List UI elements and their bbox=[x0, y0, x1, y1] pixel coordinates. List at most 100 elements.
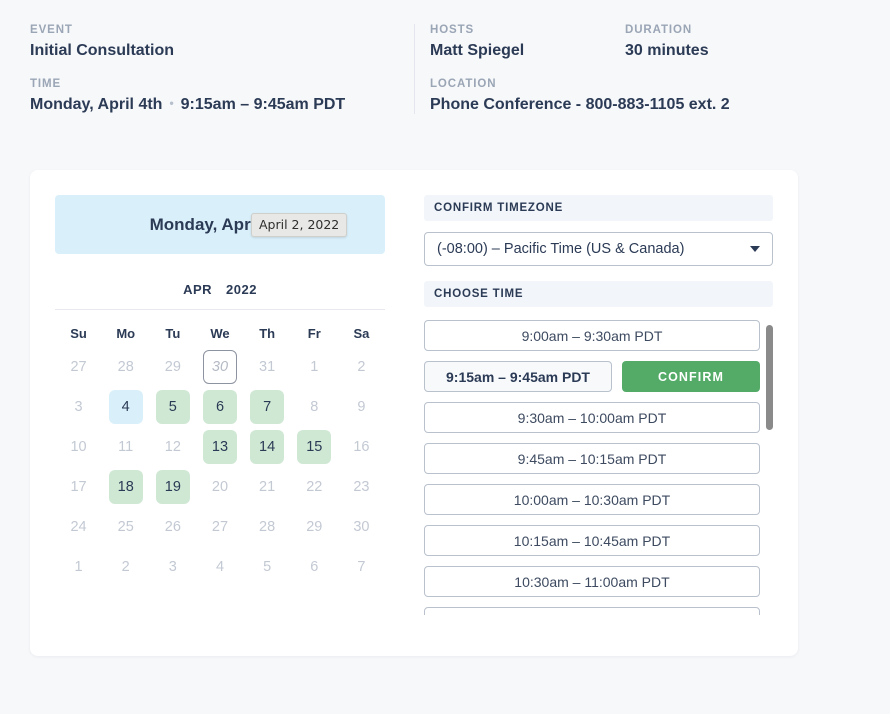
calendar-day-cell[interactable]: 19 bbox=[149, 467, 196, 507]
calendar-day-9: 9 bbox=[344, 390, 378, 424]
time-slot-button[interactable] bbox=[424, 607, 760, 615]
calendar-day-14[interactable]: 14 bbox=[250, 430, 284, 464]
calendar-day-cell[interactable]: 6 bbox=[196, 387, 243, 427]
calendar-day-cell: 8 bbox=[291, 387, 338, 427]
time-slot-button[interactable]: 9:15am – 9:45am PDT bbox=[424, 361, 612, 392]
calendar-day-31: 31 bbox=[250, 350, 284, 384]
calendar-day-cell[interactable]: 13 bbox=[196, 427, 243, 467]
time-slot-row: 9:30am – 10:00am PDT bbox=[424, 402, 760, 433]
time-slot-button[interactable]: 10:30am – 11:00am PDT bbox=[424, 566, 760, 597]
calendar-day-27: 27 bbox=[62, 350, 96, 384]
event-details-header: EVENT Initial Consultation TIME Monday, … bbox=[0, 0, 890, 114]
time-slot-row: 9:15am – 9:45am PDT CONFIRM bbox=[424, 361, 760, 392]
duration-block: DURATION 30 minutes bbox=[610, 24, 890, 114]
time-slot-row: 10:00am – 10:30am PDT bbox=[424, 484, 760, 515]
time-slot-button[interactable]: 9:45am – 10:15am PDT bbox=[424, 443, 760, 474]
time-slot-button[interactable]: 10:15am – 10:45am PDT bbox=[424, 525, 760, 556]
calendar-day-cell: 21 bbox=[244, 467, 291, 507]
calendar-day-cell: 27 bbox=[55, 347, 102, 387]
calendar-day-12: 12 bbox=[156, 430, 190, 464]
calendar-day-cell: 25 bbox=[102, 507, 149, 547]
calendar-day-cell[interactable]: 4 bbox=[102, 387, 149, 427]
calendar-day-27: 27 bbox=[203, 510, 237, 544]
calendar-day-8: 8 bbox=[297, 390, 331, 424]
calendar-day-cell[interactable]: 14 bbox=[244, 427, 291, 467]
location-value: Phone Conference - 800-883-1105 ext. 2 bbox=[430, 96, 610, 114]
calendar-day-24: 24 bbox=[62, 510, 96, 544]
selected-date-banner: Monday, April 4th April 2, 2022 bbox=[55, 195, 385, 254]
time-slot-button[interactable]: 9:30am – 10:00am PDT bbox=[424, 402, 760, 433]
calendar-day-1: 1 bbox=[297, 350, 331, 384]
calendar-day-1: 1 bbox=[62, 550, 96, 584]
calendar-day-cell: 10 bbox=[55, 427, 102, 467]
year-label: 2022 bbox=[226, 282, 257, 297]
chevron-down-icon bbox=[750, 246, 760, 252]
calendar-day-cell: 5 bbox=[244, 547, 291, 587]
calendar-day-cell: 2 bbox=[338, 347, 385, 387]
calendar-day-6[interactable]: 6 bbox=[203, 390, 237, 424]
calendar-day-30: 30 bbox=[203, 350, 237, 384]
calendar-day-cell: 30 bbox=[196, 347, 243, 387]
date-tooltip: April 2, 2022 bbox=[251, 213, 347, 237]
calendar-day-cell: 28 bbox=[244, 507, 291, 547]
calendar-day-30: 30 bbox=[344, 510, 378, 544]
calendar-day-cell: 1 bbox=[55, 547, 102, 587]
calendar-day-cell: 4 bbox=[196, 547, 243, 587]
calendar-day-cell[interactable]: 7 bbox=[244, 387, 291, 427]
calendar-day-13[interactable]: 13 bbox=[203, 430, 237, 464]
time-slot-row: 9:00am – 9:30am PDT bbox=[424, 320, 760, 351]
calendar-day-cell[interactable]: 15 bbox=[291, 427, 338, 467]
duration-value: 30 minutes bbox=[625, 42, 890, 60]
calendar-day-cell: 30 bbox=[338, 507, 385, 547]
event-meta-column: HOSTS Matt Spiegel LOCATION Phone Confer… bbox=[414, 24, 890, 114]
weekday-su: Su bbox=[55, 320, 102, 347]
time-range: 9:15am – 9:45am PDT bbox=[181, 96, 346, 113]
calendar-day-29: 29 bbox=[156, 350, 190, 384]
calendar-day-5[interactable]: 5 bbox=[156, 390, 190, 424]
hosts-label: HOSTS bbox=[430, 24, 610, 36]
calendar-day-4[interactable]: 4 bbox=[109, 390, 143, 424]
time-slot-list[interactable]: 9:00am – 9:30am PDT 9:15am – 9:45am PDT CO… bbox=[424, 320, 773, 615]
time-value: Monday, April 4th•9:15am – 9:45am PDT bbox=[30, 96, 414, 114]
calendar-day-21: 21 bbox=[250, 470, 284, 504]
calendar-day-cell: 28 bbox=[102, 347, 149, 387]
weekday-tu: Tu bbox=[149, 320, 196, 347]
calendar-day-23: 23 bbox=[344, 470, 378, 504]
calendar-day-cell: 31 bbox=[244, 347, 291, 387]
month-label: APR bbox=[183, 282, 212, 297]
confirm-button[interactable]: CONFIRM bbox=[622, 361, 760, 392]
calendar-day-28: 28 bbox=[109, 350, 143, 384]
weekday-mo: Mo bbox=[102, 320, 149, 347]
time-date: Monday, April 4th bbox=[30, 96, 162, 113]
calendar-day-11: 11 bbox=[109, 430, 143, 464]
calendar-day-cell: 7 bbox=[338, 547, 385, 587]
scrollbar-thumb[interactable] bbox=[766, 325, 773, 430]
calendar-day-4: 4 bbox=[203, 550, 237, 584]
time-slot-row: 10:30am – 11:00am PDT bbox=[424, 566, 760, 597]
time-slot-button[interactable]: 10:00am – 10:30am PDT bbox=[424, 484, 760, 515]
calendar-day-28: 28 bbox=[250, 510, 284, 544]
calendar-day-cell[interactable]: 5 bbox=[149, 387, 196, 427]
timezone-selected-value: (-08:00) – Pacific Time (US & Canada) bbox=[437, 241, 750, 257]
calendar-day-18[interactable]: 18 bbox=[109, 470, 143, 504]
time-slot-row: 9:45am – 10:15am PDT bbox=[424, 443, 760, 474]
time-slot-row bbox=[424, 607, 760, 615]
calendar-day-15[interactable]: 15 bbox=[297, 430, 331, 464]
calendar-day-cell: 20 bbox=[196, 467, 243, 507]
calendar-day-7[interactable]: 7 bbox=[250, 390, 284, 424]
location-label: LOCATION bbox=[430, 78, 610, 90]
calendar-day-19[interactable]: 19 bbox=[156, 470, 190, 504]
hosts-value: Matt Spiegel bbox=[430, 42, 610, 60]
hosts-block: HOSTS Matt Spiegel LOCATION Phone Confer… bbox=[415, 24, 610, 114]
timezone-select[interactable]: (-08:00) – Pacific Time (US & Canada) bbox=[424, 232, 773, 266]
calendar-day-cell: 23 bbox=[338, 467, 385, 507]
calendar-day-cell: 3 bbox=[149, 547, 196, 587]
calendar-day-cell: 2 bbox=[102, 547, 149, 587]
calendar-day-3: 3 bbox=[156, 550, 190, 584]
calendar-day-cell: 9 bbox=[338, 387, 385, 427]
time-slot-button[interactable]: 9:00am – 9:30am PDT bbox=[424, 320, 760, 351]
calendar-day-cell[interactable]: 18 bbox=[102, 467, 149, 507]
calendar-day-29: 29 bbox=[297, 510, 331, 544]
weekday-fr: Fr bbox=[291, 320, 338, 347]
time-slot-scrollbar[interactable] bbox=[766, 320, 773, 615]
